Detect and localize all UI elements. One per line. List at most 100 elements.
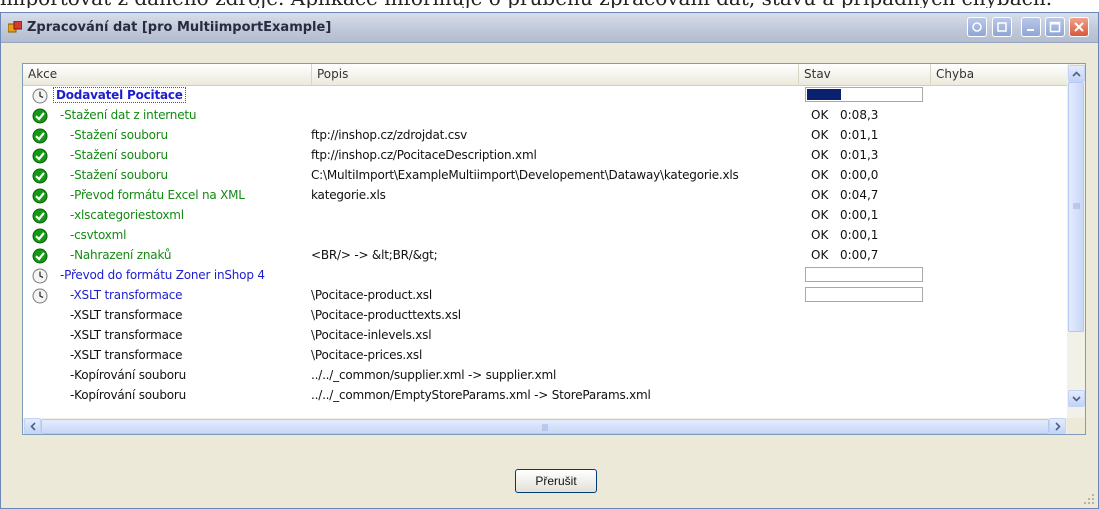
row-status: OK <box>811 188 829 202</box>
clock-icon <box>32 288 48 304</box>
table-row[interactable]: -Stažení souboru ftp://inshop.cz/Pocitace… <box>23 146 1067 166</box>
horizontal-scrollbar[interactable] <box>23 418 1067 434</box>
row-action-label: -Stažení souboru <box>70 148 168 162</box>
checkmark-icon <box>32 108 48 124</box>
row-duration: 0:01,3 <box>840 148 879 162</box>
checkmark-icon <box>32 148 48 164</box>
row-description: \Pocitace-inlevels.xsl <box>311 328 432 342</box>
row-description: \Pocitace-producttexts.xsl <box>311 308 461 322</box>
row-action-label: Dodavatel Pocitace <box>53 87 186 103</box>
scroll-right-button[interactable] <box>1049 418 1066 434</box>
row-duration: 0:04,7 <box>840 188 879 202</box>
list-rows: Dodavatel Pocitace -Stažení dat z interne… <box>23 86 1067 418</box>
task-list[interactable]: Akce Popis Stav Chyba Dodavatel Pocitace… <box>22 63 1086 435</box>
progress-bar <box>805 267 923 282</box>
table-row[interactable]: -Stažení dat z internetu OK 0:08,3 <box>23 106 1067 126</box>
row-action-label: -XSLT transformace <box>70 288 183 302</box>
row-action-label: -Stažení souboru <box>70 168 168 182</box>
resize-grip-icon[interactable] <box>1083 493 1095 505</box>
row-action-label: -XSLT transformace <box>70 308 183 322</box>
row-duration: 0:08,3 <box>840 108 879 122</box>
processing-window: Zpracování dat [pro MultiimportExample] … <box>0 12 1099 509</box>
vertical-scrollbar[interactable] <box>1067 64 1085 418</box>
column-header-akce[interactable]: Akce <box>23 64 312 86</box>
row-duration: 0:00,1 <box>840 228 879 242</box>
row-action-label: -XSLT transformace <box>70 328 183 342</box>
row-action-label: -csvtoxml <box>70 228 127 242</box>
row-action-label: -Stažení souboru <box>70 128 168 142</box>
table-row[interactable]: -XSLT transformace \Pocitace-inlevels.xsl <box>23 326 1067 346</box>
window-title: Zpracování dat [pro MultiimportExample] <box>27 20 332 35</box>
checkmark-icon <box>32 248 48 264</box>
scroll-up-button[interactable] <box>1068 65 1085 82</box>
row-description: <BR/> -> &lt;BR/&gt; <box>311 248 438 262</box>
table-row[interactable]: -Kopírování souboru ../../_common/supplie… <box>23 366 1067 386</box>
row-action-label: -Nahrazení znaků <box>70 248 172 262</box>
row-action-label: -Převod do formátu Zoner inShop 4 <box>60 268 265 282</box>
column-header-popis[interactable]: Popis <box>312 64 799 86</box>
scroll-left-button[interactable] <box>24 418 41 434</box>
row-duration: 0:00,1 <box>840 208 879 222</box>
table-row[interactable]: -Převod formátu Excel na XML kategorie.xl… <box>23 186 1067 206</box>
close-icon <box>1074 22 1084 32</box>
row-description: ftp://inshop.cz/zdrojdat.csv <box>311 128 468 142</box>
row-description: C:\MultiImport\ExampleMultiimport\Develo… <box>311 168 739 182</box>
table-row[interactable]: Dodavatel Pocitace <box>23 86 1067 106</box>
table-row[interactable]: -XSLT transformace \Pocitace-prices.xsl <box>23 346 1067 366</box>
table-row[interactable]: -xlscategoriestoxml OK 0:00,1 <box>23 206 1067 226</box>
close-button[interactable] <box>1069 17 1089 37</box>
column-header-chyba[interactable]: Chyba <box>931 64 1067 86</box>
row-description: \Pocitace-product.xsl <box>311 288 432 302</box>
row-duration: 0:00,7 <box>840 248 879 262</box>
row-action-label: -Kopírování souboru <box>70 368 187 382</box>
row-status: OK <box>811 168 829 182</box>
row-action-label: -Převod formátu Excel na XML <box>70 188 245 202</box>
scroll-down-button[interactable] <box>1068 390 1085 407</box>
table-row[interactable]: -Stažení souboru C:\MultiImport\ExampleMu… <box>23 166 1067 186</box>
checkmark-icon <box>32 228 48 244</box>
row-status: OK <box>811 108 829 122</box>
row-action-label: -XSLT transformace <box>70 348 183 362</box>
table-row[interactable]: -Stažení souboru ftp://inshop.cz/zdrojdat… <box>23 126 1067 146</box>
row-status: OK <box>811 248 829 262</box>
chevron-left-icon <box>29 422 36 431</box>
progress-fill <box>807 89 842 100</box>
table-row[interactable]: -csvtoxml OK 0:00,1 <box>23 226 1067 246</box>
table-row[interactable]: -XSLT transformace \Pocitace-producttexts… <box>23 306 1067 326</box>
grip-icon <box>542 424 548 431</box>
title-bar[interactable]: Zpracování dat [pro MultiimportExample] <box>1 13 1098 43</box>
scrollbar-corner <box>1067 418 1085 434</box>
row-description: ftp://inshop.cz/PocitaceDescription.xml <box>311 148 537 162</box>
help-button[interactable] <box>967 17 987 37</box>
minimize-icon <box>1027 29 1034 31</box>
maximize-button[interactable] <box>1045 17 1065 37</box>
horizontal-scroll-thumb[interactable] <box>41 419 1049 434</box>
row-duration: 0:01,1 <box>840 128 879 142</box>
table-row[interactable]: -Kopírování souboru ../../_common/EmptySt… <box>23 386 1067 406</box>
chevron-right-icon <box>1054 422 1061 431</box>
checkmark-icon <box>32 208 48 224</box>
stop-button[interactable]: Přerušit <box>515 469 597 493</box>
minimize-button[interactable] <box>1021 17 1041 37</box>
table-row[interactable]: -Převod do formátu Zoner inShop 4 <box>23 266 1067 286</box>
row-status: OK <box>811 208 829 222</box>
options-button[interactable] <box>992 17 1012 37</box>
chevron-up-icon <box>1072 70 1081 77</box>
checkmark-icon <box>32 128 48 144</box>
row-description: ../../_common/EmptyStoreParams.xml -> St… <box>311 388 651 402</box>
table-row[interactable]: -Nahrazení znaků <BR/> -> &lt;BR/&gt; OK 0:… <box>23 246 1067 266</box>
row-description: ../../_common/supplier.xml -> supplier.x… <box>311 368 557 382</box>
table-row[interactable]: -XSLT transformace \Pocitace-product.xsl <box>23 286 1067 306</box>
row-status: OK <box>811 148 829 162</box>
grip-icon <box>1073 203 1080 209</box>
clock-icon <box>32 88 48 104</box>
row-action-label: -Stažení dat z internetu <box>60 108 197 122</box>
maximize-icon <box>1049 21 1061 33</box>
vertical-scroll-thumb[interactable] <box>1068 82 1084 332</box>
checkmark-icon <box>32 188 48 204</box>
row-description: kategorie.xls <box>311 188 386 202</box>
row-action-label: -xlscategoriestoxml <box>70 208 184 222</box>
column-header-stav[interactable]: Stav <box>799 64 931 86</box>
row-status: OK <box>811 228 829 242</box>
row-description: \Pocitace-prices.xsl <box>311 348 423 362</box>
